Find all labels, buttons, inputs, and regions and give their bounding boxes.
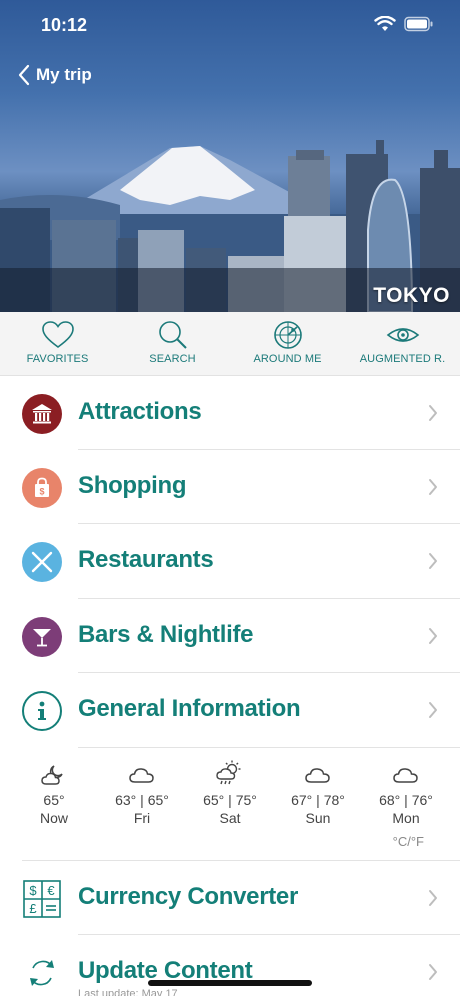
svg-text:$: $	[39, 487, 44, 497]
temperature-unit-toggle[interactable]: °C/°F	[393, 834, 424, 849]
augmented-reality-button[interactable]: AUGMENTED R.	[345, 312, 460, 376]
status-time: 10:12	[41, 15, 88, 35]
cloud-icon	[305, 768, 330, 783]
museum-icon	[22, 394, 62, 434]
around-me-button[interactable]: AROUND ME	[230, 312, 345, 376]
menu-label: Shopping	[78, 472, 187, 499]
currency-icon: $ € £	[22, 879, 62, 919]
menu-item-attractions[interactable]: Attractions	[0, 376, 460, 450]
quick-actions-toolbar: FAVORITES SEARCH AROUND ME AUGMENTED R.	[0, 312, 460, 376]
weather-day-name: Fri	[133, 810, 151, 826]
menu-item-shopping[interactable]: $ Shopping	[0, 450, 460, 524]
chevron-left-icon	[18, 64, 30, 86]
radar-icon	[273, 321, 302, 349]
search-label: SEARCH	[149, 353, 196, 365]
svg-text:€: €	[47, 883, 55, 898]
weather-day-name: Mon	[392, 810, 420, 826]
heart-icon	[41, 321, 74, 348]
menu-item-bars-nightlife[interactable]: Bars & Nightlife	[0, 599, 460, 673]
favorites-label: FAVORITES	[26, 353, 89, 365]
cocktail-icon	[22, 617, 62, 657]
weather-temp: 68° | 76°	[379, 792, 433, 808]
back-button[interactable]: My trip	[18, 64, 92, 86]
eye-icon	[386, 328, 419, 342]
menu-item-update-content[interactable]: Update Content	[0, 935, 460, 996]
weather-temp: 65°	[43, 792, 65, 808]
chevron-right-icon	[429, 553, 437, 569]
chevron-right-icon	[429, 628, 437, 644]
weather-day: 65° Now	[8, 748, 100, 826]
menu-item-currency-converter[interactable]: $ € £ Currency Converter	[0, 861, 460, 935]
search-icon	[158, 321, 187, 349]
search-button[interactable]: SEARCH	[115, 312, 230, 376]
menu-label: Currency Converter	[78, 883, 299, 910]
battery-icon	[404, 16, 433, 32]
weather-day: 65° | 75° Sat	[184, 748, 276, 826]
augmented-reality-label: AUGMENTED R.	[359, 353, 446, 365]
sun-rain-icon	[216, 760, 241, 785]
city-title: TOKYO	[373, 284, 450, 307]
chevron-right-icon	[429, 405, 437, 421]
menu-label: General Information	[78, 695, 301, 722]
back-label: My trip	[36, 65, 92, 84]
favorites-button[interactable]: FAVORITES	[0, 312, 115, 376]
chevron-right-icon	[429, 890, 437, 906]
shopping-bag-icon: $	[22, 468, 62, 508]
menu-item-general-information[interactable]: General Information	[0, 673, 460, 747]
menu-item-restaurants[interactable]: Restaurants	[0, 524, 460, 598]
around-me-label: AROUND ME	[253, 353, 322, 365]
fork-knife-icon	[22, 542, 62, 582]
last-update-text: Last update: May 17	[78, 988, 178, 996]
menu-label: Bars & Nightlife	[78, 621, 254, 648]
status-bar: 10:12	[0, 0, 460, 50]
refresh-icon	[22, 953, 62, 993]
weather-temp: 67° | 78°	[291, 792, 345, 808]
cloud-icon	[129, 768, 154, 783]
weather-temp: 63° | 65°	[115, 792, 169, 808]
svg-text:$: $	[29, 883, 37, 898]
weather-day-name: Sat	[219, 810, 241, 826]
weather-day-name: Now	[39, 810, 68, 826]
info-icon	[22, 691, 62, 731]
weather-day: 63° | 65° Fri	[96, 748, 188, 826]
chevron-right-icon	[429, 479, 437, 495]
cloud-icon	[393, 768, 418, 783]
weather-forecast: 65° Now 63° | 65° Fri 65° | 75° Sat 67° …	[0, 748, 460, 860]
home-indicator	[148, 980, 312, 986]
weather-day: 68° | 76° Mon	[360, 748, 452, 826]
menu-label: Restaurants	[78, 546, 214, 573]
partly-cloudy-night-icon	[41, 765, 63, 785]
svg-text:£: £	[29, 901, 37, 916]
chevron-right-icon	[429, 964, 437, 980]
weather-day-name: Sun	[305, 810, 331, 826]
weather-day: 67° | 78° Sun	[272, 748, 364, 826]
wifi-icon	[374, 16, 396, 31]
status-icons	[374, 16, 434, 32]
weather-temp: 65° | 75°	[203, 792, 257, 808]
menu-label: Attractions	[78, 398, 202, 425]
hero-image: 10:12 My trip TOKYO	[0, 0, 460, 312]
chevron-right-icon	[429, 702, 437, 718]
